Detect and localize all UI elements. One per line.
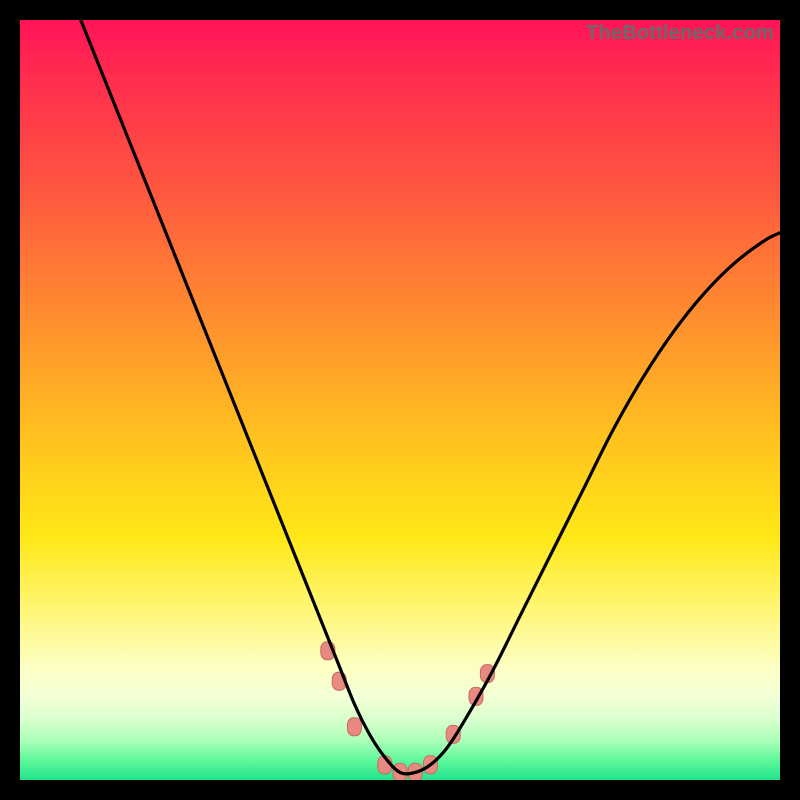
watermark-text: TheBottleneck.com	[586, 22, 774, 45]
gradient-background	[20, 20, 780, 780]
chart-frame: TheBottleneck.com	[20, 20, 780, 780]
